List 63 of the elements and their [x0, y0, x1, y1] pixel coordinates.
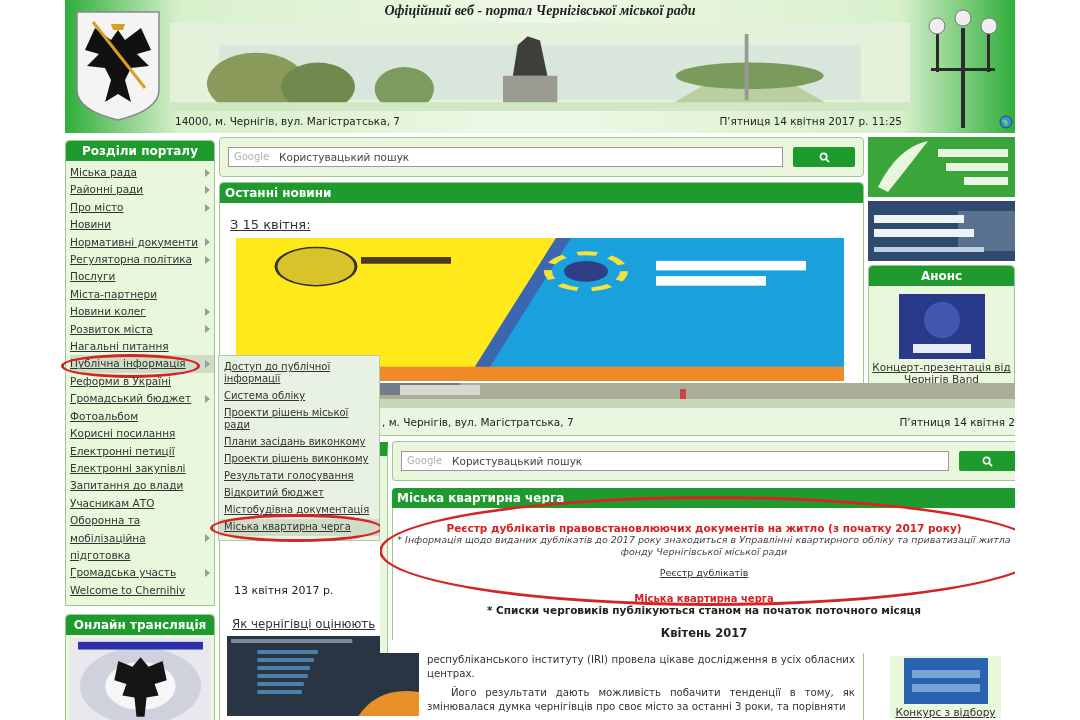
search-button[interactable]: [959, 451, 1015, 471]
notice-title: Реєстр дублікатів правовстановлюючих документів на житло (з початку 2017 року): [445, 522, 963, 534]
section-header: Міська квартирна черга: [392, 488, 1015, 508]
submenu-item[interactable]: Доступ до публічної інформації: [219, 359, 379, 388]
date-time-text: П’ятниця 14 квітня 2: [899, 415, 1015, 428]
sidebar-item[interactable]: Реформи в Україні: [70, 372, 214, 391]
news-date-link[interactable]: З 15 квітня:: [230, 217, 855, 232]
sidebar-item[interactable]: Розвиток міста: [70, 320, 214, 339]
remark-text: * Списки черговиків публікуються станом на початок поточного місяця: [485, 604, 923, 616]
sidebar-item[interactable]: Районні ради: [70, 181, 214, 199]
sidebar-item[interactable]: Громадський бюджет: [70, 390, 214, 408]
date-time-text: П’ятниця 14 квітня 2017 р. 11:25: [719, 115, 902, 127]
sidebar-item[interactable]: Публічна інформація: [70, 355, 214, 373]
search-brand-text: Google: [407, 455, 443, 467]
site-title: Офіційний веб - портал Чернігівської міської ради: [383, 2, 697, 20]
sidebar-item[interactable]: Міська рада: [70, 164, 214, 182]
section-header: Розділи порталу: [66, 141, 214, 161]
address-text: 14000, м. Чернігів, вул. Магістратська, 7: [175, 115, 400, 127]
sidebar-item[interactable]: Громадська участь: [70, 564, 214, 582]
submenu-item[interactable]: Результати голосування: [219, 468, 379, 485]
sidebar-item[interactable]: Про місто: [70, 198, 214, 217]
registry-link[interactable]: Реєстр дублікатів: [659, 567, 749, 578]
contest-link[interactable]: Конкурс з відбору: [895, 706, 996, 718]
sidebar-item[interactable]: Нагальні питання: [70, 338, 214, 356]
section-subtitle: Міська квартирна черга: [633, 594, 775, 604]
search-icon: [981, 455, 993, 467]
search-brand-text: Google: [234, 151, 270, 163]
submenu-item[interactable]: Міська квартирна черга: [219, 519, 379, 536]
article-paragraph: республіканського інституту (IRI) провела цікаве дослідження в усіх обласних центрах.: [427, 653, 855, 681]
sidebar-item[interactable]: Welcome to Chernihiv: [70, 581, 214, 600]
submenu-item[interactable]: Проекти рішень виконкому: [219, 451, 379, 468]
submenu-item[interactable]: Містобудівна документація: [219, 502, 379, 519]
search-button[interactable]: [793, 147, 855, 167]
section-header: Анонс: [869, 266, 1014, 286]
sidebar-item[interactable]: Послуги: [70, 268, 214, 286]
sidebar-item[interactable]: Новини колег: [70, 303, 214, 321]
submenu-item[interactable]: Проекти рішень міської ради: [219, 405, 379, 434]
sidebar-item[interactable]: Електронні петиції: [70, 442, 214, 460]
month-heading: Квітень 2017: [659, 626, 749, 640]
article-title-link[interactable]: Як чернігівці оцінюють: [232, 617, 376, 631]
news-date: 13 квітня 2017 р.: [234, 584, 334, 597]
search-icon: [818, 151, 830, 163]
sidebar-item[interactable]: Міста-партнери: [70, 285, 214, 304]
article-paragraph: Його результати дають можливість побачити тенденції в тому, як змінювалася думка чернігівців про своє місто за останні 3 роки, та порівняти: [427, 686, 855, 714]
sidebar-item[interactable]: Новини: [70, 216, 214, 234]
sidebar-item[interactable]: Фотоальбом: [70, 407, 214, 426]
sidebar-item[interactable]: Оборонна та мобілізаційна підготовка: [70, 512, 214, 565]
submenu-item[interactable]: Відкритий бюджет: [219, 485, 379, 502]
notice-note: * Інформація щодо виданих дублікатів до 2017 року знаходиться в Управлінні квартирного обліку та приватизації житла фонду Чернігівської міської ради: [396, 534, 1012, 558]
submenu-item[interactable]: Система обліку: [219, 388, 379, 405]
sidebar-item[interactable]: Нормативні документи: [70, 233, 214, 252]
sidebar-item[interactable]: Запитання до влади: [70, 477, 214, 495]
sidebar-item[interactable]: Регуляторна політика: [70, 251, 214, 269]
sidebar-item[interactable]: Учасникам АТО: [70, 494, 214, 513]
section-header: Останні новини: [220, 183, 863, 203]
globe-icon[interactable]: [999, 115, 1013, 129]
section-header: Онлайн трансляція: [66, 615, 214, 636]
sidebar-item[interactable]: Корисні посилання: [70, 425, 214, 443]
submenu-item[interactable]: Плани засідань виконкому: [219, 434, 379, 451]
announcement-link[interactable]: Концерт-презентація від Чернігів Band: [871, 361, 1012, 385]
sidebar-item[interactable]: Електронні закупівлі: [70, 459, 214, 478]
coat-of-arms-icon: [74, 10, 161, 122]
address-text: , м. Чернігів, вул. Магістратська, 7: [382, 415, 574, 428]
